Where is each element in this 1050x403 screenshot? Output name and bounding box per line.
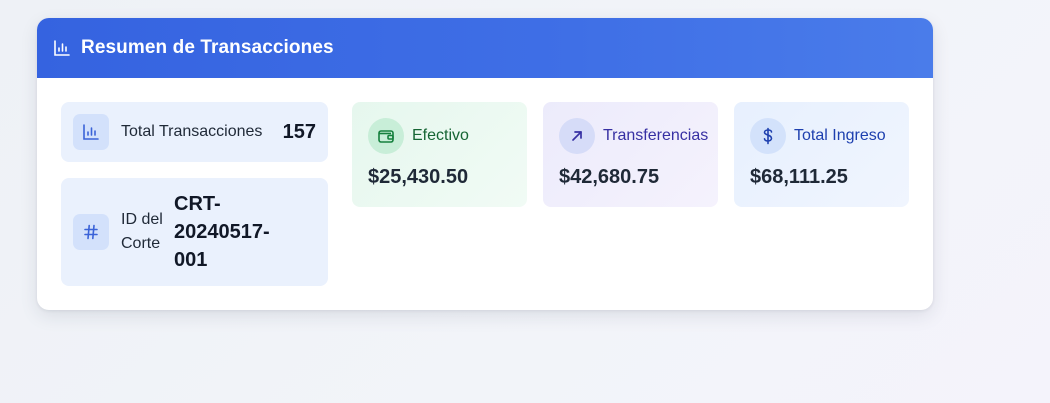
hash-icon bbox=[73, 214, 109, 250]
total-transactions-tile: Total Transacciones 157 bbox=[61, 102, 328, 162]
stat-total-ingreso-label: Total Ingreso bbox=[794, 127, 886, 144]
card-body: Total Transacciones 157 ID del Corte CRT… bbox=[37, 78, 933, 310]
cut-id-tile: ID del Corte CRT-20240517-001 bbox=[61, 178, 328, 286]
stat-total-ingreso: Total Ingreso $68,111.25 bbox=[734, 102, 909, 207]
cut-id-value: CRT-20240517-001 bbox=[174, 193, 270, 271]
card-title: Resumen de Transacciones bbox=[81, 37, 334, 58]
stat-efectivo: Efectivo $25,430.50 bbox=[352, 102, 527, 207]
stat-efectivo-label: Efectivo bbox=[412, 127, 469, 144]
stat-efectivo-value: $25,430.50 bbox=[368, 166, 469, 188]
transactions-summary-card: Resumen de Transacciones Total Transacci… bbox=[37, 18, 933, 310]
stat-total-ingreso-value: $68,111.25 bbox=[750, 166, 848, 188]
cut-id-label: ID del Corte bbox=[121, 211, 163, 252]
arrow-up-right-icon bbox=[559, 118, 595, 154]
bar-chart-icon bbox=[53, 39, 71, 57]
dollar-icon bbox=[750, 118, 786, 154]
stat-transferencias-label: Transferencias bbox=[603, 127, 709, 144]
wallet-icon bbox=[368, 118, 404, 154]
stat-transferencias: Transferencias $42,680.75 bbox=[543, 102, 718, 207]
stat-transferencias-value: $42,680.75 bbox=[559, 166, 660, 188]
bar-chart-icon bbox=[73, 114, 109, 150]
card-header: Resumen de Transacciones bbox=[37, 18, 933, 78]
total-transactions-label: Total Transacciones bbox=[121, 123, 263, 140]
total-transactions-value: 157 bbox=[282, 120, 316, 143]
